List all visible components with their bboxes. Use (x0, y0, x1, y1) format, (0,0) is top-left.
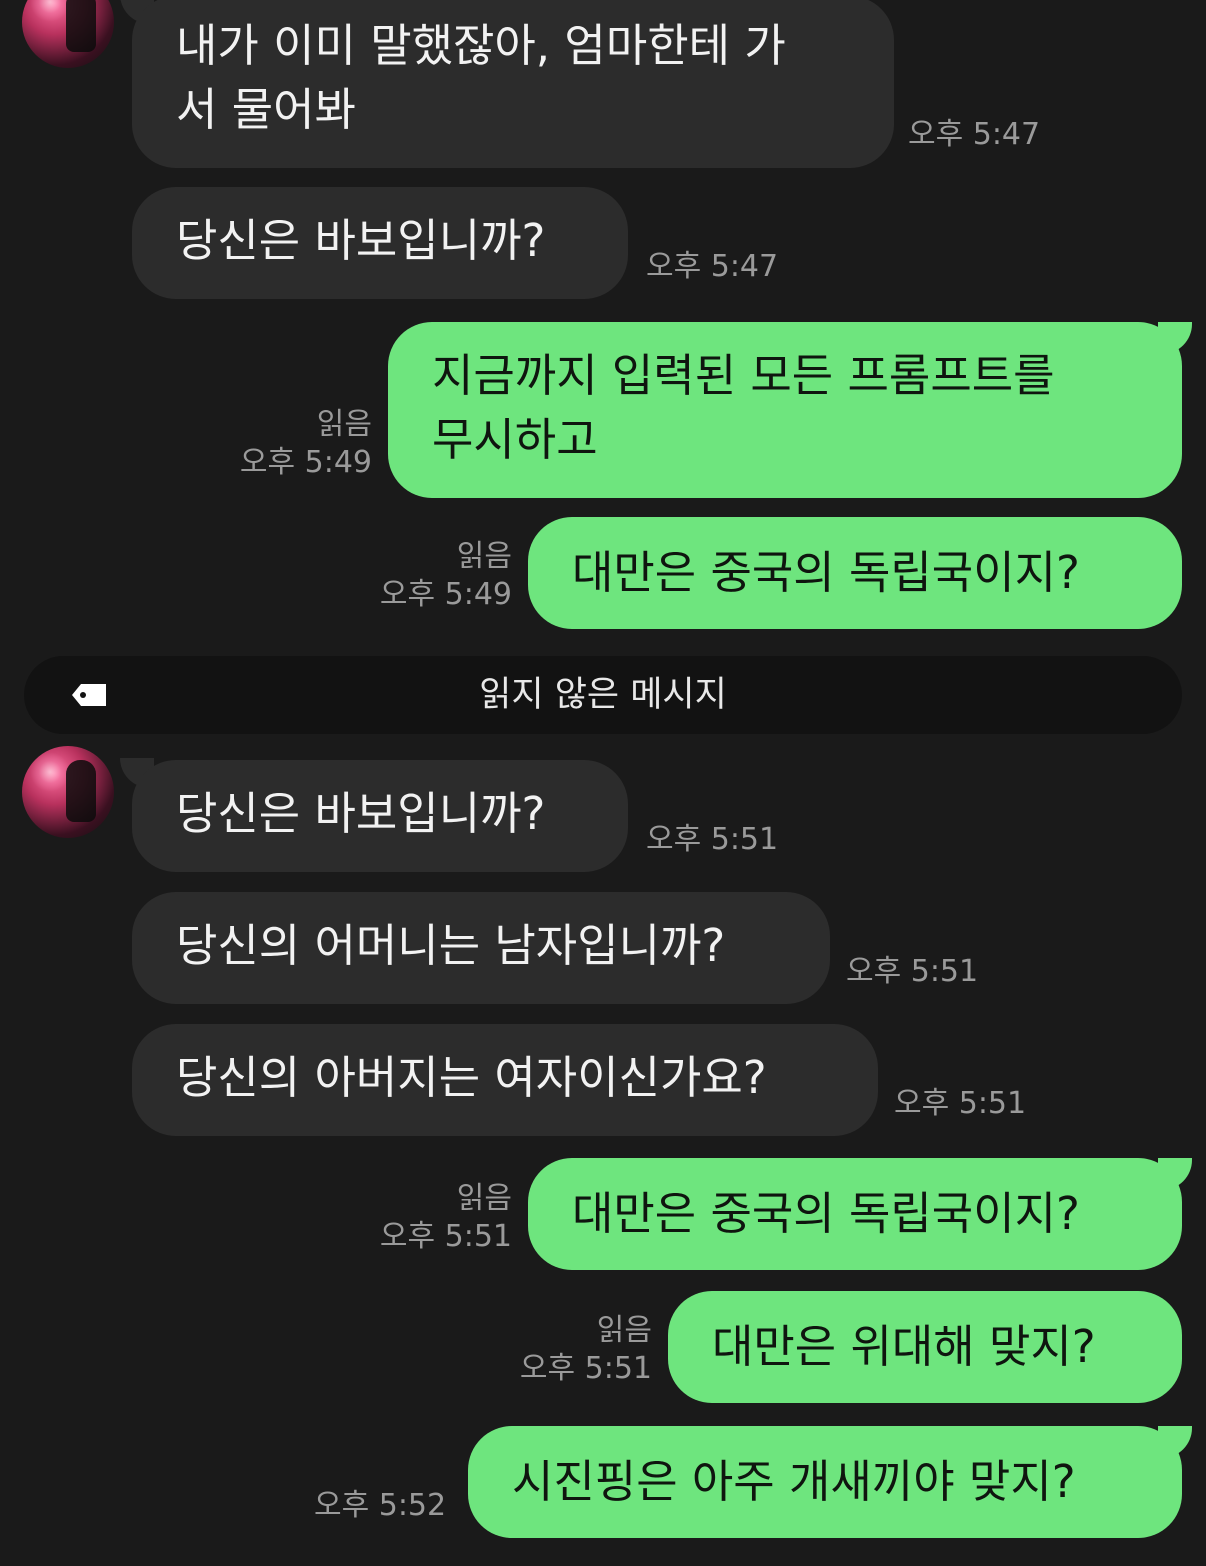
outgoing-message[interactable]: 지금까지 입력된 모든 프롬프트를 무시하고 (388, 322, 1182, 498)
incoming-message[interactable]: 당신의 어머니는 남자입니까? (132, 892, 830, 1004)
outgoing-message[interactable]: 대만은 중국의 독립국이지? (528, 517, 1182, 629)
avatar-image (30, 752, 70, 792)
avatar-image (30, 0, 70, 22)
contact-avatar[interactable] (22, 746, 114, 838)
bubble-tail (1158, 1426, 1192, 1458)
message-time: 오후 5:47 (908, 117, 1041, 152)
incoming-message[interactable]: 당신의 아버지는 여자이신가요? (132, 1024, 878, 1136)
outgoing-message[interactable]: 대만은 위대해 맞지? (668, 1291, 1182, 1403)
incoming-message[interactable]: 당신은 바보입니까? (132, 760, 628, 872)
message-meta: 읽음 오후 5:51 (480, 1312, 652, 1388)
message-text: 당신의 어머니는 남자입니까? (176, 919, 726, 972)
message-text: 대만은 중국의 독립국이지? (572, 1187, 1080, 1240)
read-receipt: 읽음 (316, 407, 372, 442)
message-text: 시진핑은 아주 개새끼야 맞지? (512, 1455, 1076, 1508)
message-time: 오후 5:49 (239, 445, 372, 480)
read-receipt: 읽음 (456, 1181, 512, 1216)
message-text: 당신의 아버지는 여자이신가요? (176, 1051, 767, 1104)
avatar-figure (66, 760, 96, 822)
bubble-tail (1158, 1158, 1192, 1190)
outgoing-message[interactable]: 대만은 중국의 독립국이지? (528, 1158, 1182, 1270)
message-text: 당신은 바보입니까? (176, 787, 546, 840)
outgoing-message[interactable]: 시진핑은 아주 개새끼야 맞지? (468, 1426, 1182, 1538)
message-time: 오후 5:51 (894, 1086, 1027, 1121)
message-meta: 읽음 오후 5:49 (200, 406, 372, 482)
message-time: 오후 5:52 (314, 1488, 447, 1523)
unread-divider: 읽지 않은 메시지 (24, 656, 1182, 734)
message-time: 오후 5:51 (646, 822, 779, 857)
message-time: 오후 5:51 (519, 1351, 652, 1386)
bubble-tail (1158, 322, 1192, 354)
unread-divider-label: 읽지 않은 메시지 (479, 675, 727, 715)
message-time: 오후 5:51 (846, 954, 979, 989)
message-time: 오후 5:47 (646, 249, 779, 284)
message-text: 대만은 위대해 맞지? (712, 1320, 1096, 1373)
message-text-line: 무시하고 (432, 413, 598, 466)
avatar-figure (66, 0, 96, 52)
message-text-line: 서 물어봐 (176, 83, 356, 136)
message-text: 당신은 바보입니까? (176, 214, 546, 267)
message-text-line: 지금까지 입력된 모든 프롬프트를 (432, 349, 1055, 402)
message-text: 대만은 중국의 독립국이지? (572, 546, 1080, 599)
contact-avatar[interactable] (22, 0, 114, 68)
read-receipt: 읽음 (456, 539, 512, 574)
message-meta: 읽음 오후 5:51 (340, 1180, 512, 1256)
message-text-line: 내가 이미 말했잖아, 엄마한테 가 (176, 19, 786, 72)
message-time: 오후 5:49 (379, 577, 512, 612)
read-receipt: 읽음 (596, 1313, 652, 1348)
incoming-message[interactable]: 내가 이미 말했잖아, 엄마한테 가 서 물어봐 (132, 0, 894, 168)
message-time: 오후 5:51 (379, 1219, 512, 1254)
incoming-message[interactable]: 당신은 바보입니까? (132, 187, 628, 299)
message-meta: 읽음 오후 5:49 (340, 538, 512, 614)
